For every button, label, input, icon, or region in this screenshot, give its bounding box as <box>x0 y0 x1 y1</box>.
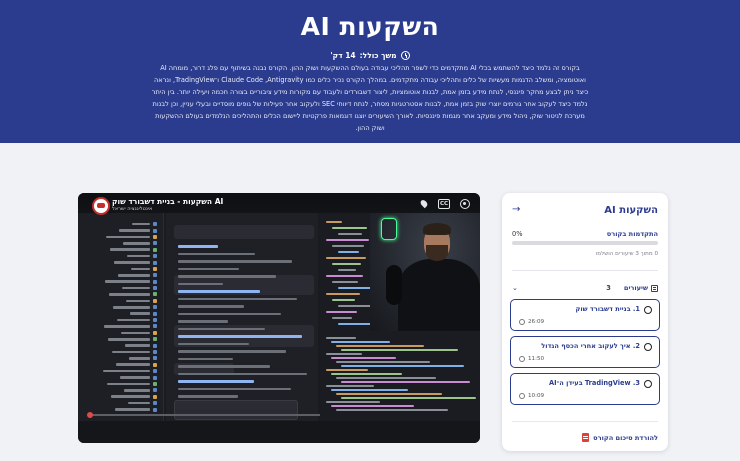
clock-icon <box>519 319 525 325</box>
video-frame-file-explorer <box>78 213 164 421</box>
duration-value: 14 דק' <box>330 51 356 60</box>
course-duration: משך כולל: 14 דק' <box>0 51 740 60</box>
course-title: השקעות AI <box>300 12 440 41</box>
lesson-item[interactable]: 1. בניית דשבורד שוק 26:09 <box>510 299 660 331</box>
channel-logo-icon <box>92 197 110 215</box>
lesson-item[interactable]: 2. איך לעקוב אחרי הכסף הגדול 11:50 <box>510 336 660 368</box>
sidebar-course-title: השקעות AI <box>604 205 658 216</box>
cc-icon[interactable]: CC <box>438 198 450 209</box>
divider <box>512 421 658 422</box>
course-progress-bar <box>512 241 658 245</box>
clock-icon <box>400 51 410 60</box>
pin-icon[interactable] <box>419 198 429 209</box>
video-player[interactable]: AI השקעות - בניית דשבורד שוק אינטליגנציה… <box>78 193 480 443</box>
lesson-duration: 10:09 <box>528 393 545 399</box>
progress-note: 0 מתוך 3 שיעורים הושלמו <box>595 251 658 257</box>
video-scrubber[interactable] <box>87 412 93 418</box>
lesson-name: 3. TradingView בעידן ה־AI <box>548 379 640 387</box>
clock-icon <box>519 393 525 399</box>
lesson-duration: 11:50 <box>528 356 545 362</box>
settings-icon[interactable] <box>460 198 470 209</box>
presenter <box>398 259 480 331</box>
course-hero: השקעות AI משך כולל: 14 דק' בקורס זה נלמד… <box>0 0 740 143</box>
divider <box>512 270 658 271</box>
chevron-down-icon[interactable]: ⌄ <box>512 284 518 292</box>
lesson-status-icon[interactable] <box>644 306 652 314</box>
neon-sign <box>381 218 397 240</box>
list-icon <box>651 284 658 292</box>
video-frame-chat-input <box>174 400 298 420</box>
duration-label: משך כולל: <box>359 51 397 60</box>
video-frame-chat-panel <box>166 213 318 421</box>
pdf-icon <box>582 433 590 442</box>
progress-label: התקדמות בקורס <box>606 230 658 238</box>
lesson-status-icon[interactable] <box>644 343 652 351</box>
lesson-item[interactable]: 3. TradingView בעידן ה־AI 10:09 <box>510 373 660 405</box>
lessons-title: שיעורים <box>623 284 648 292</box>
download-summary-link[interactable]: להורדת סיכום הקורס <box>582 433 658 442</box>
progress-percent: 0% <box>512 230 523 238</box>
lesson-name: 2. איך לעקוב אחרי הכסף הגדול <box>541 342 640 350</box>
arrow-right-icon[interactable]: → <box>512 204 520 216</box>
lesson-name: 1. בניית דשבורד שוק <box>575 305 640 313</box>
lessons-count: 3 <box>606 284 611 292</box>
video-title: AI השקעות - בניית דשבורד שוק <box>112 197 224 206</box>
course-description: בקורס זה נלמד כיצד להשתמש בכלי AI מתקדמי… <box>151 64 589 132</box>
video-progress-bar[interactable] <box>87 412 320 418</box>
course-sidebar: השקעות AI → התקדמות בקורס 0% 0 מתוך 3 שי… <box>502 193 668 451</box>
lesson-duration: 26:09 <box>528 319 545 325</box>
download-label: להורדת סיכום הקורס <box>593 433 658 442</box>
video-top-bar: AI השקעות - בניית דשבורד שוק אינטליגנציה… <box>78 193 480 215</box>
lessons-header[interactable]: שיעורים 3 ⌄ <box>512 282 658 294</box>
lesson-status-icon[interactable] <box>644 380 652 388</box>
video-bottom-bar <box>78 421 480 443</box>
microphone <box>386 265 402 305</box>
clock-icon <box>519 356 525 362</box>
video-channel: אינטליגנציה ישראל <box>112 206 153 212</box>
